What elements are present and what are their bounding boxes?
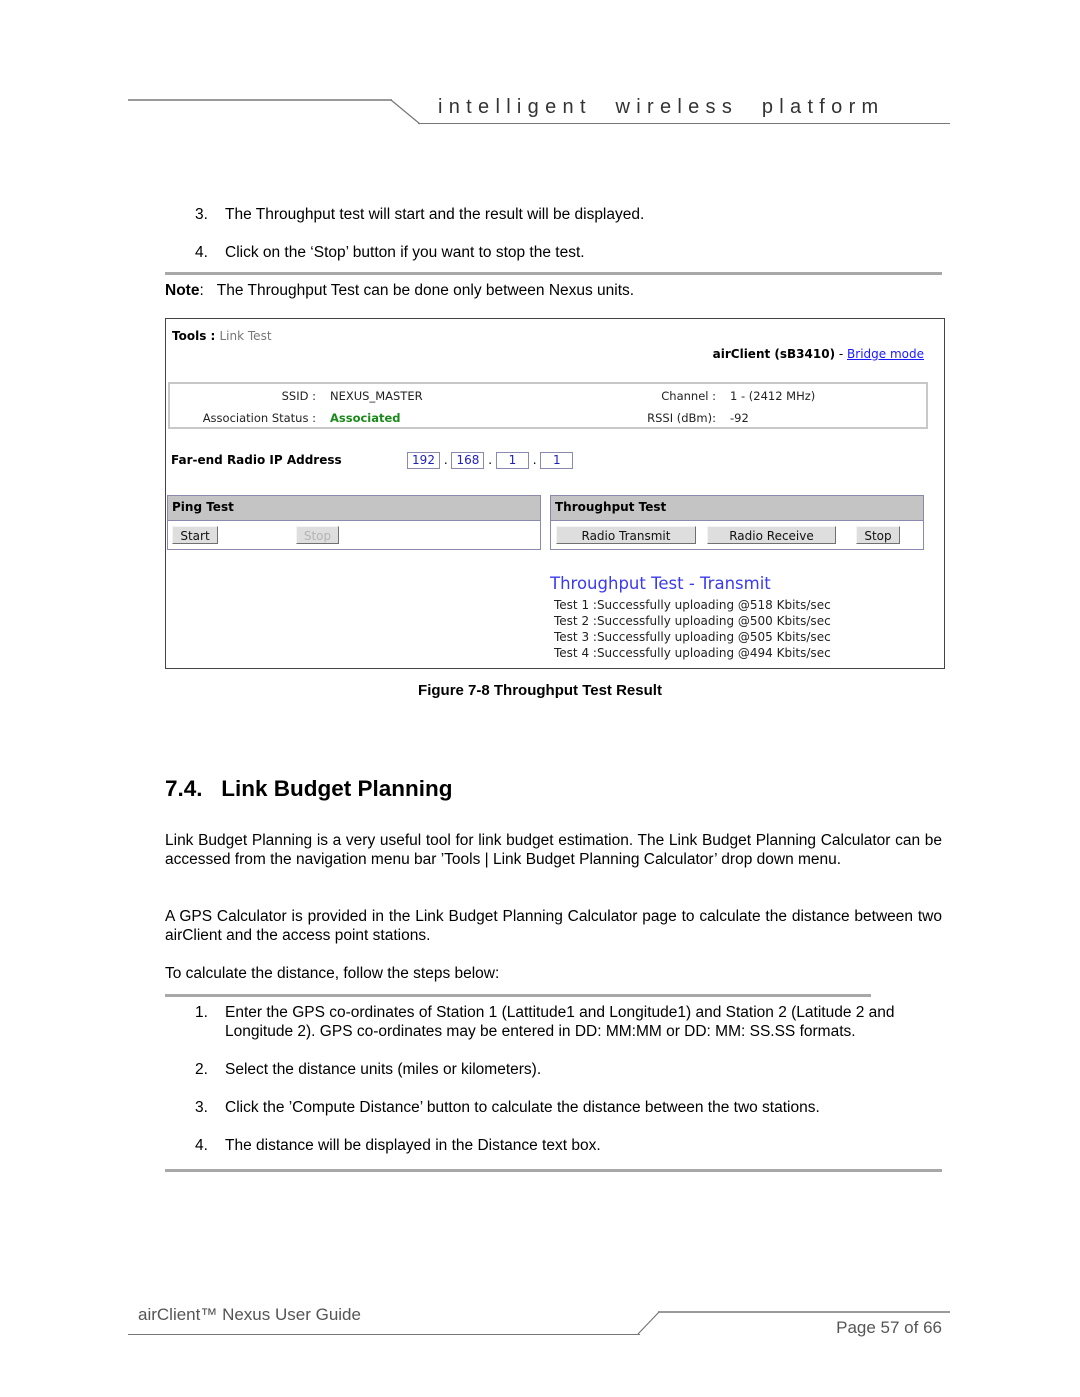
step-4: 4. The distance will be displayed in the … [195,1136,601,1155]
step-3-top: 3. The Throughput test will start and the… [195,205,644,224]
status-box: SSID : NEXUS_MASTER Association Status :… [168,382,928,429]
step-1: 1. Enter the GPS co-ordinates of Station … [195,1003,945,1041]
step-3: 3. Click the ’Compute Distance’ button to… [195,1098,820,1117]
step-4-top: 4. Click on the ‘Stop’ button if you want… [195,243,585,262]
footer-slant-line [637,1311,660,1335]
bridge-mode-link[interactable]: Bridge mode [847,347,924,361]
divider [165,1169,942,1172]
ssid-value: NEXUS_MASTER [330,389,423,403]
ping-test-title: Ping Test [168,496,540,521]
figure-caption: Figure 7-8 Throughput Test Result [418,682,662,699]
throughput-test-title: Throughput Test [551,496,923,521]
breadcrumb-sub: Link Test [219,329,272,343]
ip-octet-2[interactable]: 168 [451,452,485,469]
ip-octet-4[interactable]: 1 [540,452,574,469]
breadcrumb-main: Tools : [172,329,220,343]
step-number: 3. [195,206,208,223]
device-name: airClient (sB3410) [712,347,836,361]
step-text: The distance will be displayed in the Di… [225,1137,601,1154]
ssid-label: SSID : [281,389,316,403]
throughput-test-section: Throughput Test Radio Transmit Radio Rec… [550,495,924,550]
footer-rule-left [128,1334,640,1335]
device-separator: - [835,347,848,361]
channel-label: Channel : [661,389,716,403]
ping-start-button[interactable]: Start [172,526,218,544]
rssi-value: -92 [730,411,749,425]
step-text: The Throughput test will start and the r… [225,206,645,223]
device-info: airClient (sB3410) - Bridge mode [713,347,924,361]
paragraph: To calculate the distance, follow the st… [165,965,500,982]
header-rule-right [418,123,950,124]
page-number: Page 57 of 66 [836,1318,942,1337]
step-number: 3. [195,1099,208,1116]
result-line: Test 1 :Successfully uploading @518 Kbit… [554,598,831,612]
divider [165,272,942,275]
ping-stop-button[interactable]: Stop [296,526,339,544]
footer-title: airClient™ Nexus User Guide [138,1305,361,1324]
divider [165,994,871,997]
association-status-value: Associated [330,411,401,425]
step-text: Click on the ‘Stop’ button if you want t… [225,244,585,261]
throughput-stop-button[interactable]: Stop [856,526,900,544]
step-number: 2. [195,1061,208,1078]
result-line: Test 3 :Successfully uploading @505 Kbit… [554,630,831,644]
header-rule-left [128,99,392,101]
link-test-screenshot: Tools : Link Test airClient (sB3410) - B… [165,318,945,669]
note-text: The Throughput Test can be done only bet… [216,282,635,299]
results-title: Throughput Test - Transmit [550,574,771,593]
ip-octet-1[interactable]: 192 [407,452,440,469]
step-number: 4. [195,244,208,261]
radio-transmit-button[interactable]: Radio Transmit [556,526,696,544]
step-2: 2. Select the distance units (miles or ki… [195,1060,541,1079]
result-line: Test 4 :Successfully uploading @494 Kbit… [554,646,831,660]
header-slant-line [390,99,421,125]
ip-octet-3[interactable]: 1 [495,452,529,469]
section-title: 7.4. Link Budget Planning [165,776,453,801]
note-label: Note [165,282,200,299]
rssi-label: RSSI (dBm): [647,411,716,425]
step-text: Click the ’Compute Distance’ button to c… [225,1099,820,1116]
radio-receive-button[interactable]: Radio Receive [707,526,836,544]
channel-value: 1 - (2412 MHz) [730,389,816,403]
step-text: Enter the GPS co-ordinates of Station 1 … [225,1004,895,1040]
ip-address-input: 192 . 168 . 1 . 1 [407,452,574,469]
step-number: 4. [195,1137,208,1154]
breadcrumb: Tools : Link Test [172,329,272,343]
footer-rule-right [658,1311,950,1313]
step-number: 1. [195,1004,208,1021]
ip-address-label: Far-end Radio IP Address [171,453,342,467]
step-text: Select the distance units (miles or kilo… [225,1061,542,1078]
result-line: Test 2 :Successfully uploading @500 Kbit… [554,614,831,628]
header-tagline: intelligent wireless platform [438,96,885,118]
ping-test-section: Ping Test Start Stop [167,495,541,550]
association-status-label: Association Status : [202,411,316,425]
paragraph: Link Budget Planning is a very useful to… [165,832,942,868]
note: Note: The Throughput Test can be done onl… [165,282,635,299]
paragraph: A GPS Calculator is provided in the Link… [165,908,942,944]
